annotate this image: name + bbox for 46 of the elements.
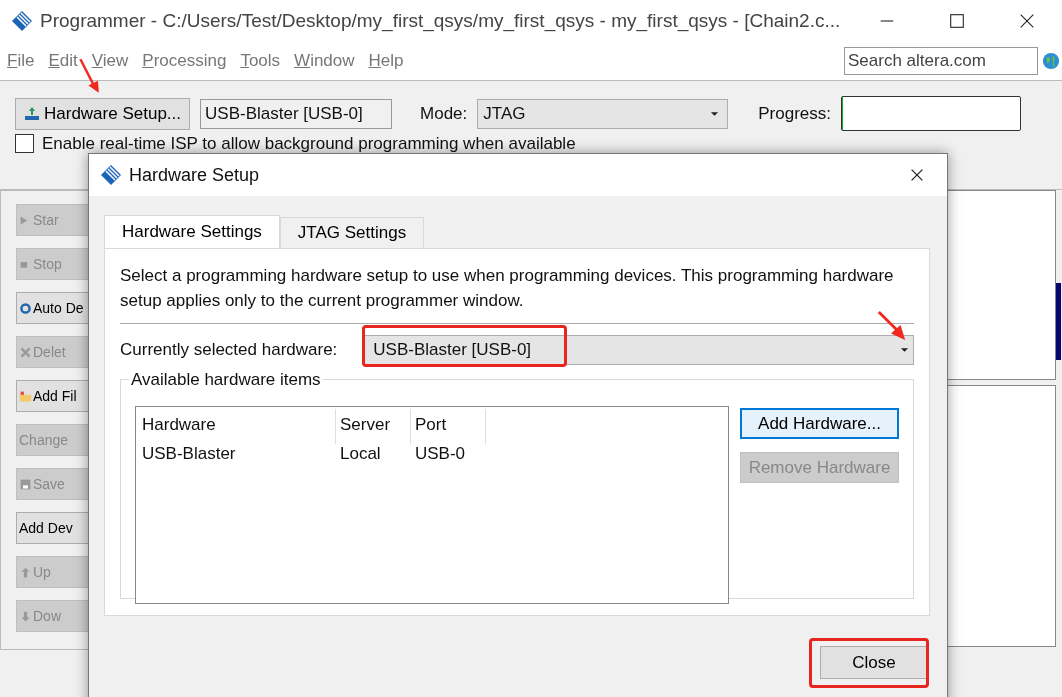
side-button[interactable]: Auto De — [16, 292, 89, 324]
search-field[interactable]: Search altera.com — [844, 47, 1038, 75]
table-cell-text: Local — [339, 444, 382, 464]
dialog-title: Hardware Setup — [129, 164, 260, 186]
menu-item[interactable]: Edit — [48, 51, 78, 71]
window-title: Programmer - C:/Users/Test/Desktop/my_first_qsys/my_first_qsys - my_first_qsys - [Chain2.c... — [40, 10, 842, 32]
app-logo-icon — [99, 163, 123, 187]
globe-icon[interactable] — [1042, 52, 1060, 70]
mode-dropdown[interactable]: JTAG — [477, 98, 729, 129]
menu-item[interactable]: View — [91, 51, 129, 71]
menu-item[interactable]: Tools — [240, 51, 281, 71]
app-logo-icon — [10, 9, 34, 33]
hardware-setup-button[interactable]: Hardware Setup... — [15, 97, 190, 130]
annotation-arrow — [876, 309, 908, 343]
caret-icon — [710, 110, 720, 117]
table-cell-text: USB-Blaster — [141, 444, 237, 464]
tab[interactable]: Hardware Settings — [104, 215, 280, 248]
mode-label: Mode: — [420, 103, 468, 124]
menu-item[interactable]: Help — [368, 51, 404, 71]
menu-item[interactable]: File — [7, 51, 35, 71]
side-button[interactable]: Add Fil — [16, 380, 89, 412]
progress-label: Progress: — [758, 103, 831, 124]
arrow-up-icon — [19, 565, 32, 579]
checkbox[interactable] — [15, 134, 34, 153]
tab[interactable]: JTAG Settings — [279, 217, 425, 248]
hardware-button[interactable]: Add Hardware... — [740, 408, 899, 439]
close-button[interactable]: Close — [820, 646, 928, 679]
hardware-dropdown[interactable]: USB-Blaster [USB-0] — [363, 335, 914, 365]
folder-icon — [19, 389, 32, 403]
delete-icon — [19, 345, 32, 359]
column-header[interactable]: Port — [411, 409, 486, 444]
description-text: Select a programming hardware setup to use when programming devices. This programming hardware setup applies only to the current programmer window. — [120, 265, 895, 312]
hardware-label: Currently selected hardware: — [120, 340, 338, 360]
menu-item[interactable]: Window — [294, 51, 355, 71]
upload-icon — [24, 105, 40, 122]
side-button[interactable]: Add Dev — [16, 512, 89, 544]
arrow-down-icon — [19, 609, 32, 623]
caret-icon — [900, 347, 909, 353]
menu-item[interactable]: Processing — [142, 51, 227, 71]
ring-icon — [19, 301, 32, 315]
checkbox-label: Enable real-time ISP to allow background programming when available — [42, 134, 576, 153]
column-header[interactable]: Server — [336, 409, 411, 444]
column-header[interactable]: Hardware — [138, 409, 336, 444]
save-icon — [19, 477, 32, 491]
hardware-field: USB-Blaster [USB-0] — [200, 98, 392, 129]
table-cell-text: USB-0 — [414, 444, 467, 464]
